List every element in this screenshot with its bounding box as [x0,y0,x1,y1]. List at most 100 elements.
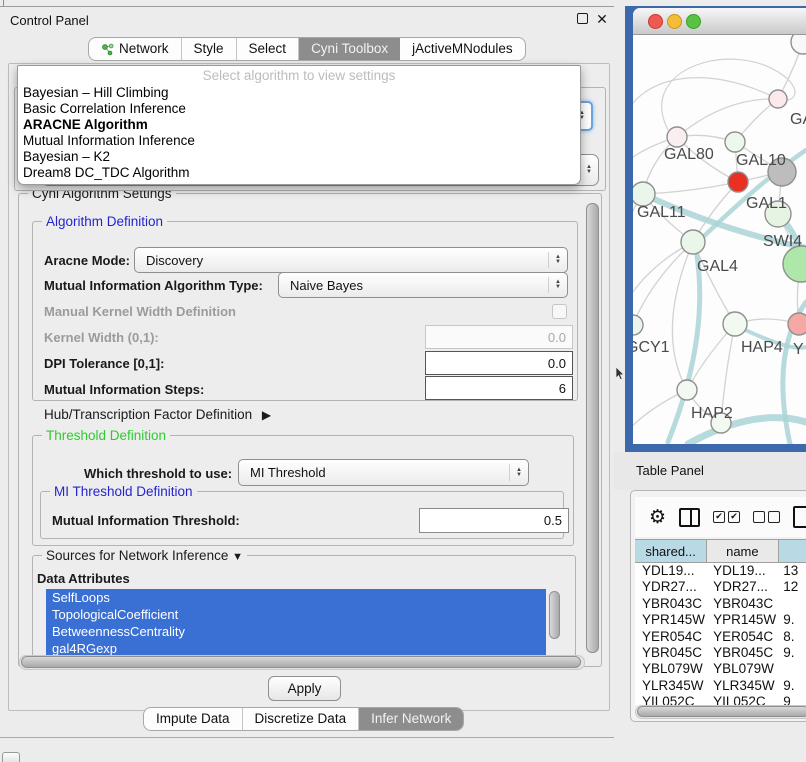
settings-horizontal-scrollbar[interactable] [21,656,581,668]
table-horizontal-scrollbar[interactable] [637,706,806,717]
table-cell[interactable]: YPR145W [635,612,706,628]
table-cell[interactable]: YER054C [635,629,706,645]
mac-zoom-icon[interactable] [686,14,701,29]
network-edge[interactable] [643,182,738,194]
table-row[interactable]: YDL19...YDL19...13 [635,563,806,579]
list-scrollbar[interactable] [549,591,560,639]
table-row[interactable]: YBR045CYBR045C9. [635,645,806,661]
table-cell[interactable]: YPR145W [706,612,776,628]
network-canvas[interactable]: GALGAL80GAL10GAL1GAL11SWI4GAL4GCY1YHAP4H… [633,35,806,444]
checked-checkbox-icon[interactable]: ✔ [713,511,725,523]
tab-discretize-data[interactable]: Discretize Data [243,708,360,730]
table-cell[interactable]: YIL052C [635,694,706,705]
network-node-hap4[interactable] [723,312,747,336]
table-row[interactable]: YBL079WYBL079W [635,661,806,677]
data-attribute-item[interactable]: TopologicalCoefficient [46,606,546,623]
table-cell[interactable]: YBR045C [635,645,706,661]
table-cell[interactable]: YBL079W [706,661,776,677]
settings-vertical-scrollbar[interactable] [586,203,599,653]
which-threshold-combo[interactable]: MI Threshold ▲▼ [238,459,529,486]
page-icon[interactable] [793,506,806,528]
column-header-cut[interactable] [779,540,806,562]
unchecked-checkbox-icon[interactable] [768,511,780,523]
tab-jactivemnodules[interactable]: jActiveMNodules [400,38,525,60]
algorithm-option[interactable]: Bayesian – K2 [18,149,580,165]
network-node-gcy1[interactable] [633,315,643,335]
table-cell[interactable]: YDR27... [635,579,706,595]
minimized-panel-button[interactable] [2,752,20,762]
float-window-icon[interactable] [577,13,588,24]
table-cell[interactable]: YBR043C [706,596,776,612]
table-cell[interactable]: 8. [776,629,806,645]
data-attributes-list[interactable]: SelfLoopsTopologicalCoefficientBetweenne… [46,589,546,655]
algorithm-option[interactable]: Dream8 DC_TDC Algorithm [18,165,580,181]
network-node-gal11[interactable] [633,182,655,206]
tab-impute-data[interactable]: Impute Data [144,708,243,730]
network-node-salmon-node[interactable] [788,313,806,335]
checked-checkbox-icon[interactable]: ✔ [728,511,740,523]
table-cell[interactable]: YDR27... [706,579,776,595]
network-node-partial-top[interactable] [791,35,806,54]
gear-icon[interactable]: ⚙ [649,508,666,527]
network-node-hap2[interactable] [677,380,697,400]
network-node-gal1[interactable] [728,172,748,192]
network-node-green-big[interactable] [783,246,806,282]
network-edge[interactable] [633,242,693,325]
table-cell[interactable]: YDL19... [706,563,776,579]
algorithm-option[interactable]: Basic Correlation Inference [18,101,580,117]
table-cell[interactable]: 13 [776,563,806,579]
network-node-gal-cut[interactable] [769,90,787,108]
sources-title[interactable]: Sources for Network Inference ▼ [42,548,247,563]
table-cell[interactable]: YBR045C [706,645,776,661]
table-row[interactable]: YLR345WYLR345W9. [635,678,806,694]
table-cell[interactable]: YBL079W [635,661,706,677]
data-attribute-item[interactable]: BetweennessCentrality [46,623,546,640]
table-cell[interactable]: 9 [776,694,806,705]
unchecked-checkbox-icon[interactable] [753,511,765,523]
hub-definition-toggle[interactable]: Hub/Transcription Factor Definition ▶ [44,407,271,422]
algorithm-option[interactable]: Bayesian – Hill Climbing [18,85,580,101]
table-row[interactable]: YDR27...YDR27...12 [635,579,806,595]
column-header-name[interactable]: name [707,540,778,562]
tab-style[interactable]: Style [182,38,237,60]
tab-cyni-toolbox[interactable]: Cyni Toolbox [299,38,400,60]
aracne-mode-combo[interactable]: Discovery ▲▼ [134,247,568,273]
algorithm-option[interactable]: Mutual Information Inference [18,133,580,149]
network-node-gal4[interactable] [681,230,705,254]
columns-icon[interactable] [679,508,700,527]
table-cell[interactable]: YER054C [706,629,776,645]
mi-threshold-field[interactable]: 0.5 [419,508,569,533]
table-cell[interactable]: 9. [776,645,806,661]
data-attribute-item[interactable]: SelfLoops [46,589,546,606]
dpi-tolerance-field[interactable]: 0.0 [425,351,573,375]
mac-minimize-icon[interactable] [667,14,682,29]
table-cell[interactable]: YLR345W [635,678,706,694]
table-cell[interactable] [776,661,806,677]
kernel-width-field[interactable]: 0.0 [425,325,573,349]
table-cell[interactable]: YLR345W [706,678,776,694]
column-header-shared...[interactable]: shared... [635,540,707,562]
manual-kernel-checkbox[interactable] [552,304,567,319]
network-edge[interactable] [677,99,778,137]
table-cell[interactable]: 12 [776,579,806,595]
mi-steps-field[interactable]: 6 [425,376,573,400]
table-cell[interactable]: 9. [776,612,806,628]
data-attribute-item[interactable]: gal4RGexp [46,640,546,655]
network-node-gal80[interactable] [667,127,687,147]
apply-button[interactable]: Apply [268,676,341,701]
mi-algorithm-type-combo[interactable]: Naive Bayes ▲▼ [278,272,568,298]
table-row[interactable]: YPR145WYPR145W9. [635,612,806,628]
tab-select[interactable]: Select [237,38,300,60]
mac-close-icon[interactable] [648,14,663,29]
table-cell[interactable]: YBR043C [635,596,706,612]
network-edge[interactable] [633,78,778,114]
table-cell[interactable]: YIL052C [706,694,776,705]
table-row[interactable]: YIL052CYIL052C9 [635,694,806,705]
tab-network[interactable]: Network [89,38,182,60]
table-cell[interactable]: 9. [776,678,806,694]
tab-infer-network[interactable]: Infer Network [359,708,463,730]
algorithm-option[interactable]: ARACNE Algorithm [18,117,580,133]
network-window-titlebar[interactable] [633,8,806,35]
table-row[interactable]: YER054CYER054C8. [635,629,806,645]
table-row[interactable]: YBR043CYBR043C [635,596,806,612]
